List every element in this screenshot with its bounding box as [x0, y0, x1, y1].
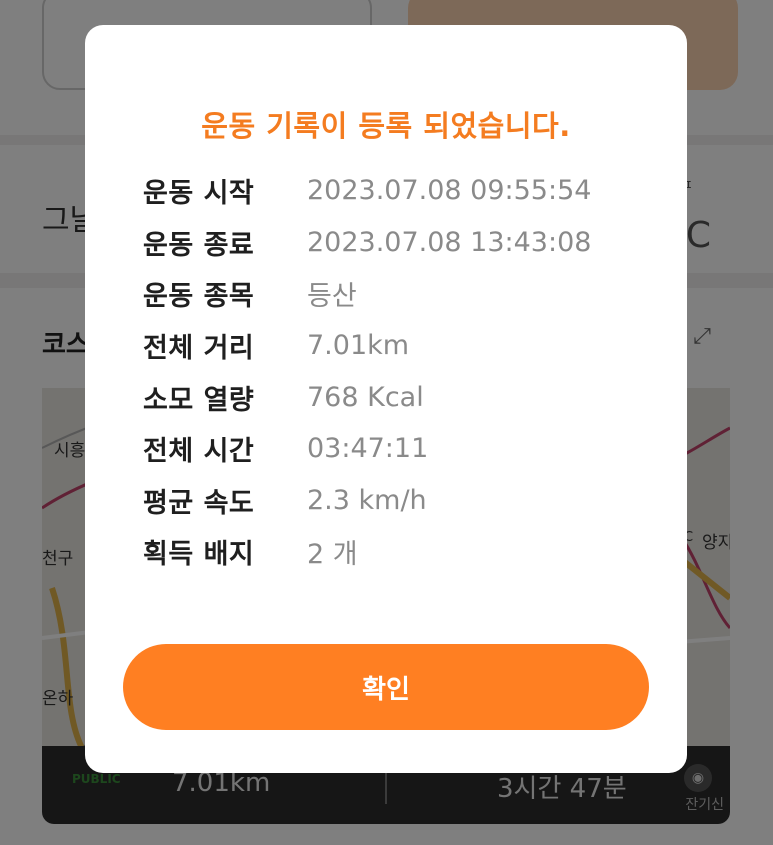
- record-value: 2023.07.08 13:43:08: [307, 226, 592, 258]
- record-value: 768 Kcal: [307, 381, 424, 413]
- record-label: 전체 시간: [143, 436, 255, 468]
- record-value: 2023.07.08 09:55:54: [307, 175, 592, 207]
- record-row-distance: 전체 거리 7.01km: [143, 320, 643, 372]
- record-label: 평균 속도: [143, 487, 255, 519]
- record-label: 획득 배지: [143, 539, 255, 571]
- record-value: 2.3 km/h: [307, 484, 427, 516]
- record-value: 7.01km: [307, 330, 410, 362]
- record-label: 소모 열량: [143, 384, 255, 416]
- record-row-start: 운동 시작 2023.07.08 09:55:54: [143, 165, 643, 217]
- record-value: 2 개: [307, 539, 358, 571]
- record-row-calories: 소모 열량 768 Kcal: [143, 371, 643, 423]
- record-label: 운동 시작: [143, 178, 255, 210]
- record-row-duration: 전체 시간 03:47:11: [143, 423, 643, 475]
- record-value: 등산: [307, 281, 357, 313]
- record-row-speed: 평균 속도 2.3 km/h: [143, 475, 643, 527]
- record-value: 03:47:11: [307, 433, 429, 465]
- record-label: 전체 거리: [143, 333, 255, 365]
- record-row-badges: 획득 배지 2 개: [143, 526, 643, 578]
- confirm-button[interactable]: 확인: [123, 644, 649, 730]
- record-label: 운동 종료: [143, 229, 255, 261]
- record-details: 운동 시작 2023.07.08 09:55:54 운동 종료 2023.07.…: [143, 165, 643, 578]
- workout-record-dialog: 운동 기록이 등록 되었습니다. 운동 시작 2023.07.08 09:55:…: [85, 25, 687, 773]
- record-label: 운동 종목: [143, 281, 255, 313]
- record-row-end: 운동 종료 2023.07.08 13:43:08: [143, 217, 643, 269]
- record-row-type: 운동 종목 등산: [143, 268, 643, 320]
- dialog-title: 운동 기록이 등록 되었습니다.: [201, 109, 571, 143]
